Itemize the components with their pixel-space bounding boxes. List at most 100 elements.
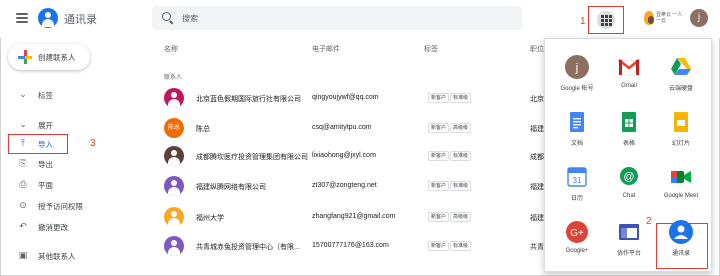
sidebar-item-undo[interactable]: ↶ 撤消更改 [0,218,120,236]
brand-logo[interactable]: 壹拳云 一人一云 [644,10,684,28]
app-tile-sheets[interactable]: 表格 [603,106,655,152]
label-chip[interactable]: 标准级 [450,93,472,103]
sidebar-item-label: 撤消更改 [38,223,68,232]
column-header-job[interactable]: 职位 [530,44,544,54]
avatar[interactable] [164,88,184,108]
meet-icon [669,165,693,189]
contact-name: 陈总 [196,126,210,133]
contact-name: 共青城赤兔投资管理中心（有限... [196,244,300,251]
app-label: 日历 [570,196,583,202]
apps-grid-icon[interactable] [597,11,615,29]
chat-icon: @ [617,165,641,189]
contact-job: 福建 [530,126,544,133]
print-icon: ⎙ [19,179,27,189]
sidebar-item-labels[interactable]: ⌄ 标签 [0,86,120,104]
contacts-icon: ▣ [18,250,28,260]
label-chip[interactable]: 高级级 [450,123,472,133]
table-row[interactable]: 福建纵腾网络有限公司 zt307@zongteng.net 新客户 标准级 福建 [160,174,550,198]
label-chip[interactable]: 标准级 [450,241,472,251]
app-title: 通讯录 [64,14,97,26]
contact-email: zhangfang921@gmail.com [312,213,396,220]
avatar[interactable] [164,146,184,166]
app-label: 文档 [570,141,583,147]
main-menu-icon[interactable] [16,13,28,23]
sidebar-item-export[interactable]: ⎘ 导出 [0,155,120,173]
contact-email: csq@amitytpu.com [312,124,372,131]
app-label: 表格 [622,141,635,147]
contacts-logo-icon [38,8,58,28]
label-chip[interactable]: 高级级 [450,212,472,222]
avatar[interactable] [164,176,184,196]
chevron-down-icon: ⌄ [19,89,27,99]
contact-email: zt307@zongteng.net [312,182,377,189]
label-chip[interactable]: 新客户 [428,151,450,161]
table-row[interactable]: 共青城赤兔投资管理中心（有限... 15700777176@163.com 新客户标… [160,234,550,258]
column-header-name[interactable]: 名称 [164,44,178,54]
table-row[interactable]: 福州大学 zhangfang921@gmail.com 新客户 高级级 福建 [160,205,550,229]
sidebar-item-delegate[interactable]: ⊙ 授予访问权限 [0,197,120,215]
sidebar-item-label: 授予访问权限 [38,202,83,211]
app-label: Google+ [565,248,589,254]
svg-text:G+: G+ [570,228,584,239]
column-header-email[interactable]: 电子邮件 [312,44,340,54]
app-tile-gmail[interactable]: Gmail [603,51,655,97]
app-tile-chat[interactable]: @ Chat [603,161,655,207]
avatar[interactable] [164,236,184,256]
label-chip[interactable]: 标准级 [450,151,472,161]
app-tile-google-plus[interactable]: G+ Google+ [551,216,603,262]
top-bar: 通讯录 1 壹拳云 一人一云 j [0,0,720,38]
search-icon[interactable] [162,12,171,21]
sidebar-item-other-contacts[interactable]: ▣ 其他联系人 [0,247,120,265]
table-row[interactable]: 陈总 陈总 csq@amitytpu.com 新客户 高级级 福建 [160,116,550,140]
contact-email: lixiaohong@jxyl.com [312,152,376,159]
svg-text:j: j [575,61,579,75]
contact-name: 福州大学 [196,215,224,222]
app-tile-meet[interactable]: Google Meet [655,161,707,207]
drive-icon [669,55,693,79]
contact-job: 福建 [530,215,544,222]
svg-text:31: 31 [573,176,582,185]
contact-name: 成都腾坎医疗投资管理集团有限公司 [196,154,308,161]
label-chip[interactable]: 新客户 [428,93,450,103]
sidebar-item-label: 其他联系人 [38,252,76,261]
create-contact-label: 创建联系人 [38,53,76,62]
label-chip[interactable]: 新客户 [428,241,450,251]
app-label: 协作平台 [616,251,641,257]
avatar[interactable]: 陈总 [164,118,184,138]
contact-job: 成都 [530,154,544,161]
label-chip[interactable]: 新客户 [428,212,450,222]
calendar-icon: 31 [565,165,589,189]
avatar[interactable] [164,207,184,227]
app-label: 幻灯片 [671,141,690,147]
app-tile-calendar[interactable]: 31 日历 [551,161,603,207]
sidebar-item-label: 导出 [38,160,53,169]
apps-highlight-box [588,6,624,34]
label-chip[interactable]: 新客户 [428,181,450,191]
app-tile-drive[interactable]: 云端硬盘 [655,51,707,97]
table-row[interactable]: 北京蓝色假期国际旅行社有限公司 qingyoujywf@qq.com 新客户 标准级 北… [160,86,550,110]
docs-icon [565,110,589,134]
app-tile-slides[interactable]: 幻灯片 [655,106,707,152]
app-tile-google-account[interactable]: j Google 帐号 [551,51,603,97]
contacts-highlight-box [656,223,708,269]
search-bar[interactable] [152,6,522,30]
app-tile-docs[interactable]: 文档 [551,106,603,152]
user-avatar[interactable]: j [690,9,708,27]
brand-text: 壹拳云 一人一云 [656,12,683,24]
svg-text:@: @ [623,171,634,183]
label-chip[interactable]: 新客户 [428,123,450,133]
sidebar-item-print[interactable]: ⎙ 平面 [0,176,120,194]
plus-icon [18,50,32,64]
sidebar-item-label: 平面 [38,181,53,190]
step-label-2: 2 [646,216,652,227]
app-label: 云端硬盘 [668,86,693,92]
create-contact-button[interactable]: 创建联系人 [8,44,90,70]
search-input[interactable] [182,10,512,26]
label-chip[interactable]: 标准级 [450,181,472,191]
app-label: Chat [622,193,636,199]
slides-icon [669,110,693,134]
gmail-icon [617,55,641,79]
table-row[interactable]: 成都腾坎医疗投资管理集团有限公司 lixiaohong@jxyl.com 新客户 标准… [160,144,550,168]
column-header-labels[interactable]: 标签 [424,44,438,54]
sidebar-item-expand[interactable]: ⌄ 展开 [0,116,120,134]
